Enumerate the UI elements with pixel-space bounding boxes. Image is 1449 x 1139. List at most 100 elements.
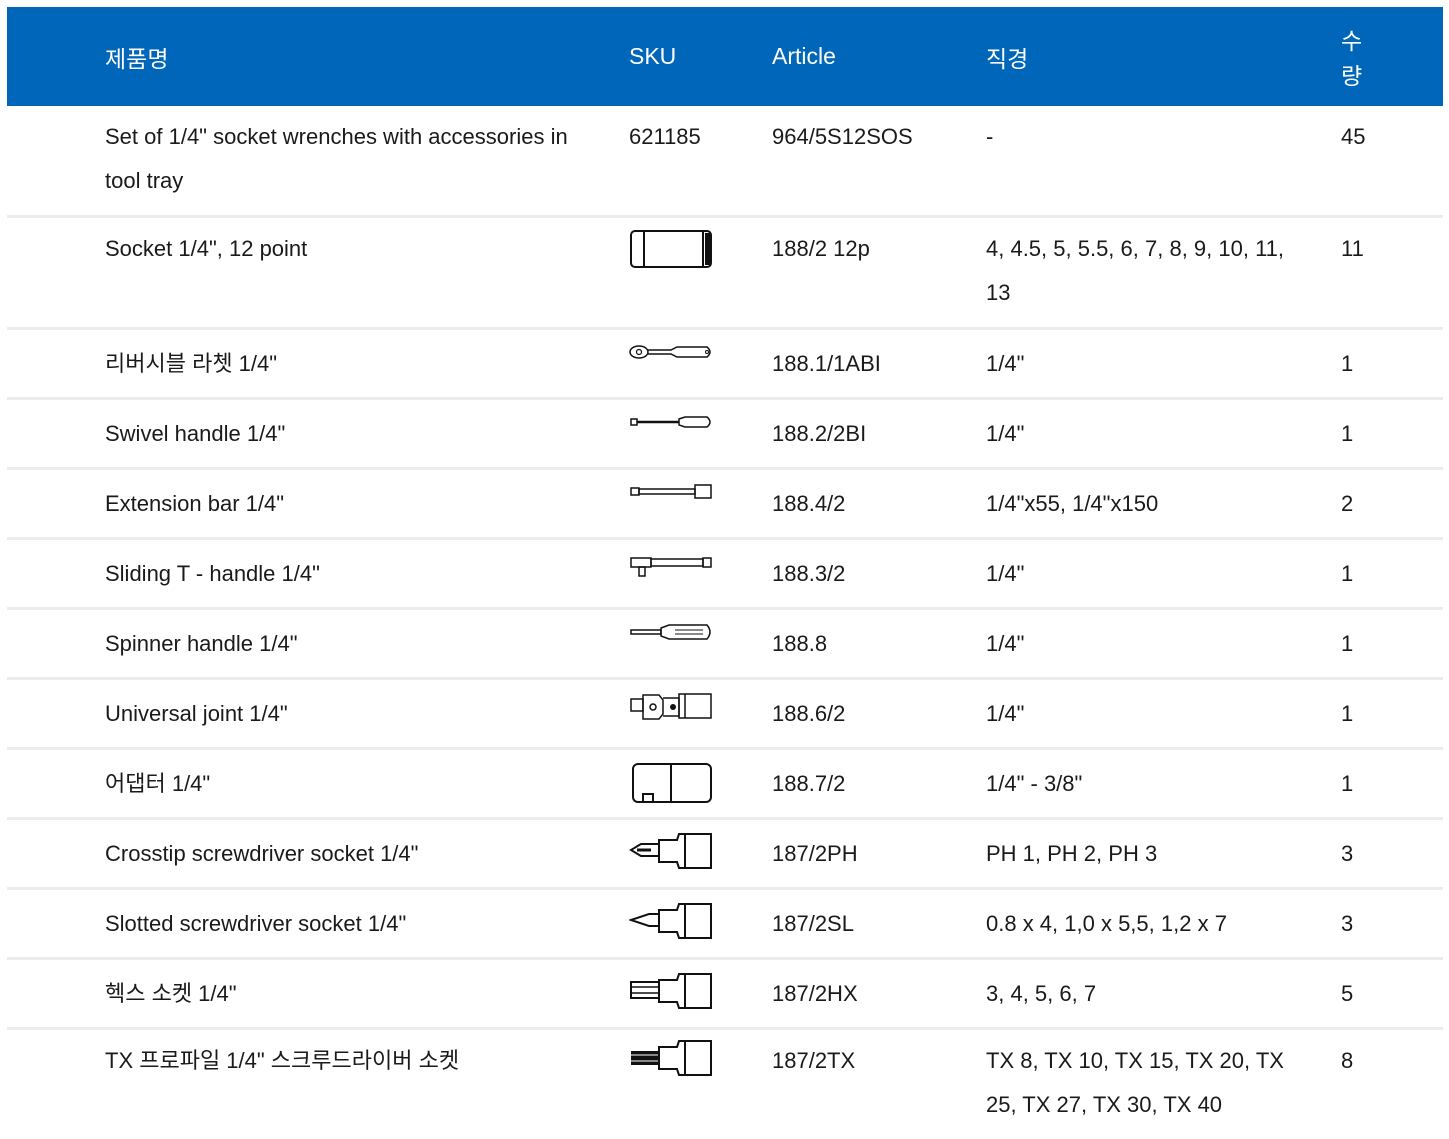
cell-article: 188.7/2 [772,749,986,819]
adapter-icon [629,762,713,806]
cell-name: 리버시블 라쳇 1/4" [7,329,629,399]
cell-quantity: 3 [1341,889,1443,959]
cell-quantity: 5 [1341,959,1443,1029]
cell-article: 187/2HX [772,959,986,1029]
cell-diameter: - [986,106,1341,217]
cell-diameter: PH 1, PH 2, PH 3 [986,819,1341,889]
cell-diameter: 1/4"x55, 1/4"x150 [986,469,1341,539]
cell-name: Set of 1/4" socket wrenches with accesso… [7,106,629,217]
cell-name: Socket 1/4", 12 point [7,217,629,329]
table-row: TX 프로파일 1/4" 스크루드라이버 소켓 187/2TX TX 8, TX… [7,1029,1443,1139]
torx-socket-icon [629,1039,713,1083]
cell-article: 188.3/2 [772,539,986,609]
cell-article: 188/2 12p [772,217,986,329]
cell-name: TX 프로파일 1/4" 스크루드라이버 소켓 [7,1029,629,1139]
cell-icon [629,217,772,329]
cell-icon [629,679,772,749]
table-row: 헥스 소켓 1/4" 187/2HX 3, 4, 5, 6, 7 5 [7,959,1443,1029]
table-row: 리버시블 라쳇 1/4" 188.1/1ABI 1/4" 1 [7,329,1443,399]
cell-name: Sliding T - handle 1/4" [7,539,629,609]
cell-icon [629,1029,772,1139]
header-quantity: 수량 [1341,7,1443,106]
cell-quantity: 1 [1341,539,1443,609]
table-row: Spinner handle 1/4" 188.8 1/4" 1 [7,609,1443,679]
spinner-handle-icon [629,622,713,666]
cell-diameter: 1/4" [986,679,1341,749]
cell-diameter: 1/4" [986,329,1341,399]
table-row: Slotted screwdriver socket 1/4" 187/2SL … [7,889,1443,959]
cell-icon [629,959,772,1029]
cell-article: 187/2SL [772,889,986,959]
cell-name: 헥스 소켓 1/4" [7,959,629,1029]
cell-article: 187/2PH [772,819,986,889]
cell-quantity: 1 [1341,679,1443,749]
cell-name: 어댑터 1/4" [7,749,629,819]
cell-icon [629,539,772,609]
table-row: Universal joint 1/4" 188.6/2 1/4" 1 [7,679,1443,749]
cell-quantity: 45 [1341,106,1443,217]
cell-diameter: 1/4" [986,609,1341,679]
header-diameter: 직경 [986,7,1341,106]
cell-icon [629,819,772,889]
cell-diameter: 1/4" [986,539,1341,609]
cell-name: Spinner handle 1/4" [7,609,629,679]
cell-quantity: 2 [1341,469,1443,539]
table-row: Socket 1/4", 12 point 188/2 12p 4, 4.5, … [7,217,1443,329]
cell-icon [629,889,772,959]
cell-quantity: 1 [1341,399,1443,469]
cell-icon [629,609,772,679]
cell-name: Universal joint 1/4" [7,679,629,749]
cell-diameter: 1/4" - 3/8" [986,749,1341,819]
slotted-socket-icon [629,902,713,946]
header-quantity-line1: 수 [1341,28,1362,54]
universal-joint-icon [629,692,713,736]
cell-icon [629,469,772,539]
cell-article: 188.1/1ABI [772,329,986,399]
cell-quantity: 1 [1341,329,1443,399]
cell-icon [629,749,772,819]
cell-article: 187/2TX [772,1029,986,1139]
t-handle-icon [629,552,713,596]
cell-sku: 621185 [629,106,772,217]
cell-quantity: 1 [1341,609,1443,679]
cell-diameter: 0.8 x 4, 1,0 x 5,5, 1,2 x 7 [986,889,1341,959]
cell-diameter: TX 8, TX 10, TX 15, TX 20, TX 25, TX 27,… [986,1029,1341,1139]
table-header-row: 제품명 SKU Article 직경 수량 [7,7,1443,106]
socket-icon [629,227,713,271]
cell-name: Crosstip screwdriver socket 1/4" [7,819,629,889]
table-row: Swivel handle 1/4" 188.2/2BI 1/4" 1 [7,399,1443,469]
cell-quantity: 3 [1341,819,1443,889]
table-row: Sliding T - handle 1/4" 188.3/2 1/4" 1 [7,539,1443,609]
table-row: Set of 1/4" socket wrenches with accesso… [7,106,1443,217]
parts-table: 제품명 SKU Article 직경 수량 Set of 1/4" socket… [7,7,1443,1139]
header-quantity-line2: 량 [1341,63,1362,89]
parts-table-container: 제품명 SKU Article 직경 수량 Set of 1/4" socket… [7,7,1443,1139]
header-article: Article [772,7,986,106]
header-sku: SKU [629,7,772,106]
header-name: 제품명 [7,7,629,106]
cell-quantity: 1 [1341,749,1443,819]
cell-article: 188.6/2 [772,679,986,749]
cell-icon [629,399,772,469]
cell-name: Swivel handle 1/4" [7,399,629,469]
cell-name: Extension bar 1/4" [7,469,629,539]
swivel-handle-icon [629,412,713,456]
cell-article: 188.8 [772,609,986,679]
cell-quantity: 8 [1341,1029,1443,1139]
hex-socket-icon [629,972,713,1016]
cell-article: 964/5S12SOS [772,106,986,217]
cell-icon [629,329,772,399]
table-row: 어댑터 1/4" 188.7/2 1/4" - 3/8" 1 [7,749,1443,819]
cell-quantity: 11 [1341,217,1443,329]
cell-name: Slotted screwdriver socket 1/4" [7,889,629,959]
cell-article: 188.4/2 [772,469,986,539]
extension-bar-icon [629,482,713,526]
table-row: Extension bar 1/4" 188.4/2 1/4"x55, 1/4"… [7,469,1443,539]
cell-diameter: 1/4" [986,399,1341,469]
crosstip-socket-icon [629,832,713,876]
cell-diameter: 3, 4, 5, 6, 7 [986,959,1341,1029]
cell-diameter: 4, 4.5, 5, 5.5, 6, 7, 8, 9, 10, 11, 13 [986,217,1341,329]
ratchet-icon [629,342,713,386]
cell-article: 188.2/2BI [772,399,986,469]
table-row: Crosstip screwdriver socket 1/4" 187/2PH… [7,819,1443,889]
